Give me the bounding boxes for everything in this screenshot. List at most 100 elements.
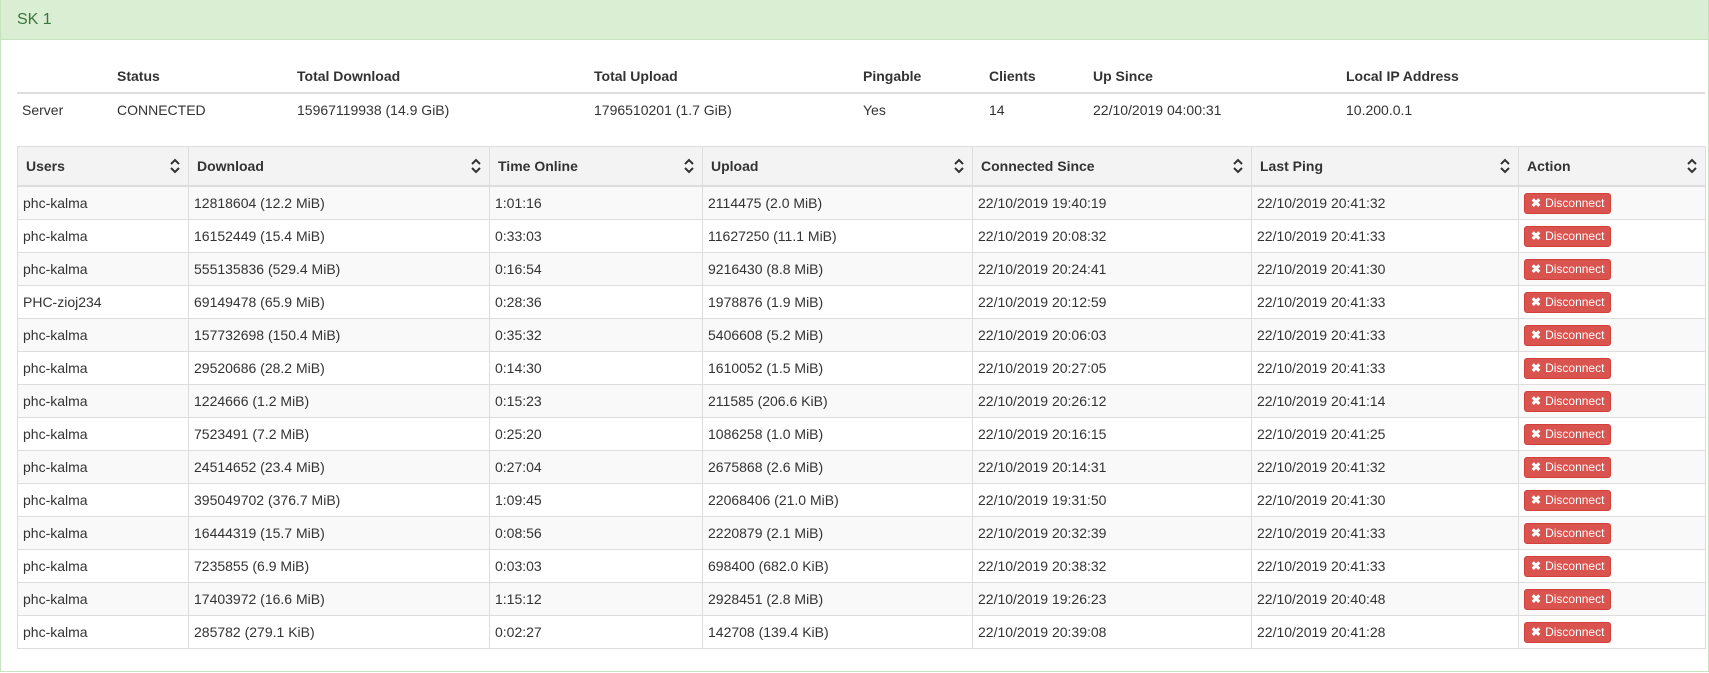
user-upload: 2220879 (2.1 MiB) [702, 516, 973, 550]
user-time-online: 0:02:27 [489, 615, 703, 649]
column-header-connected-since[interactable]: Connected Since [972, 146, 1252, 187]
user-time-online: 0:28:36 [489, 285, 703, 319]
table-row: PHC-zioj234 69149478 (65.9 MiB) 0:28:36 197… [17, 285, 1706, 319]
server-status: CONNECTED [117, 102, 206, 118]
disconnect-button[interactable]: ✖ Disconnect [1524, 258, 1612, 280]
sort-icon[interactable] [684, 158, 694, 174]
table-row: phc-kalma 285782 (279.1 KiB) 0:02:27 142708… [17, 615, 1706, 649]
server-summary-header: Status Total Download Total Upload Pinga… [17, 40, 1705, 94]
times-icon: ✖ [1531, 361, 1542, 375]
user-action: ✖ Disconnect [1518, 417, 1706, 451]
user-connected-since: 22/10/2019 20:14:31 [972, 450, 1252, 484]
server-clients: 14 [989, 102, 1005, 118]
disconnect-button[interactable]: ✖ Disconnect [1524, 423, 1612, 445]
user-upload: 211585 (206.6 KiB) [702, 384, 973, 418]
table-row: phc-kalma 7523491 (7.2 MiB) 0:25:20 1086258… [17, 417, 1706, 451]
column-header-action[interactable]: Action [1518, 146, 1706, 187]
sort-icon[interactable] [471, 158, 481, 174]
user-action: ✖ Disconnect [1518, 582, 1706, 616]
column-header-download[interactable]: Download [188, 146, 490, 187]
sort-icon[interactable] [1687, 158, 1697, 174]
user-connected-since: 22/10/2019 20:32:39 [972, 516, 1252, 550]
column-header-users[interactable]: Users [17, 146, 189, 187]
sort-icon[interactable] [1233, 158, 1243, 174]
column-header-label: Download [197, 158, 264, 174]
server-pingable: Yes [863, 102, 886, 118]
user-upload: 698400 (682.0 KiB) [702, 549, 973, 583]
column-header-time-online[interactable]: Time Online [489, 146, 703, 187]
summary-header-pingable: Pingable [858, 40, 984, 94]
table-row: phc-kalma 24514652 (23.4 MiB) 0:27:04 26758… [17, 450, 1706, 484]
user-time-online: 0:35:32 [489, 318, 703, 352]
column-header-upload[interactable]: Upload [702, 146, 973, 187]
disconnect-button[interactable]: ✖ Disconnect [1524, 291, 1612, 313]
summary-header-local-ip: Local IP Address [1341, 40, 1705, 94]
user-last-ping: 22/10/2019 20:41:32 [1251, 185, 1519, 220]
disconnect-button[interactable]: ✖ Disconnect [1524, 192, 1612, 214]
user-download: 395049702 (376.7 MiB) [188, 483, 490, 517]
user-connected-since: 22/10/2019 20:26:12 [972, 384, 1252, 418]
user-last-ping: 22/10/2019 20:41:33 [1251, 219, 1519, 253]
user-time-online: 0:03:03 [489, 549, 703, 583]
table-row: phc-kalma 395049702 (376.7 MiB) 1:09:45 220… [17, 483, 1706, 517]
times-icon: ✖ [1531, 196, 1542, 210]
user-upload: 22068406 (21.0 MiB) [702, 483, 973, 517]
sort-icon[interactable] [170, 158, 180, 174]
table-row: phc-kalma 555135836 (529.4 MiB) 0:16:54 921… [17, 252, 1706, 286]
user-last-ping: 22/10/2019 20:41:32 [1251, 450, 1519, 484]
sort-icon[interactable] [1500, 158, 1510, 174]
column-header-label: Time Online [498, 158, 578, 174]
user-name: phc-kalma [17, 185, 189, 220]
user-last-ping: 22/10/2019 20:41:25 [1251, 417, 1519, 451]
disconnect-label: Disconnect [1545, 262, 1605, 276]
column-header-label: Last Ping [1260, 158, 1324, 174]
user-last-ping: 22/10/2019 20:41:28 [1251, 615, 1519, 649]
user-last-ping: 22/10/2019 20:41:33 [1251, 318, 1519, 352]
user-name: phc-kalma [17, 516, 189, 550]
disconnect-button[interactable]: ✖ Disconnect [1524, 324, 1612, 346]
user-last-ping: 22/10/2019 20:41:33 [1251, 549, 1519, 583]
disconnect-button[interactable]: ✖ Disconnect [1524, 390, 1612, 412]
user-time-online: 0:08:56 [489, 516, 703, 550]
table-row: phc-kalma 157732698 (150.4 MiB) 0:35:32 540… [17, 318, 1706, 352]
user-action: ✖ Disconnect [1518, 516, 1706, 550]
panel-title: SK 1 [1, 0, 1708, 40]
table-row: phc-kalma 7235855 (6.9 MiB) 0:03:03 698400 … [17, 549, 1706, 583]
times-icon: ✖ [1531, 427, 1542, 441]
sort-icon[interactable] [954, 158, 964, 174]
server-local-ip: 10.200.0.1 [1346, 102, 1413, 118]
user-upload: 1610052 (1.5 MiB) [702, 351, 973, 385]
disconnect-button[interactable]: ✖ Disconnect [1524, 357, 1612, 379]
user-time-online: 0:15:23 [489, 384, 703, 418]
user-name: phc-kalma [17, 450, 189, 484]
disconnect-label: Disconnect [1545, 229, 1605, 243]
summary-header-clients: Clients [984, 40, 1088, 94]
user-action: ✖ Disconnect [1518, 549, 1706, 583]
disconnect-button[interactable]: ✖ Disconnect [1524, 456, 1612, 478]
user-upload: 2114475 (2.0 MiB) [702, 185, 973, 220]
user-connected-since: 22/10/2019 19:40:19 [972, 185, 1252, 220]
user-download: 1224666 (1.2 MiB) [188, 384, 490, 418]
user-last-ping: 22/10/2019 20:41:33 [1251, 285, 1519, 319]
user-upload: 1086258 (1.0 MiB) [702, 417, 973, 451]
disconnect-button[interactable]: ✖ Disconnect [1524, 225, 1612, 247]
disconnect-button[interactable]: ✖ Disconnect [1524, 588, 1612, 610]
disconnect-button[interactable]: ✖ Disconnect [1524, 489, 1612, 511]
user-download: 285782 (279.1 KiB) [188, 615, 490, 649]
user-time-online: 0:25:20 [489, 417, 703, 451]
user-download: 17403972 (16.6 MiB) [188, 582, 490, 616]
server-total-upload: 1796510201 (1.7 GiB) [594, 102, 732, 118]
user-download: 24514652 (23.4 MiB) [188, 450, 490, 484]
times-icon: ✖ [1531, 592, 1542, 606]
disconnect-button[interactable]: ✖ Disconnect [1524, 621, 1612, 643]
column-header-last-ping[interactable]: Last Ping [1251, 146, 1519, 187]
user-download: 16152449 (15.4 MiB) [188, 219, 490, 253]
times-icon: ✖ [1531, 559, 1542, 573]
user-upload: 1978876 (1.9 MiB) [702, 285, 973, 319]
disconnect-button[interactable]: ✖ Disconnect [1524, 522, 1612, 544]
user-time-online: 0:33:03 [489, 219, 703, 253]
times-icon: ✖ [1531, 625, 1542, 639]
disconnect-button[interactable]: ✖ Disconnect [1524, 555, 1612, 577]
user-download: 7235855 (6.9 MiB) [188, 549, 490, 583]
user-name: phc-kalma [17, 582, 189, 616]
